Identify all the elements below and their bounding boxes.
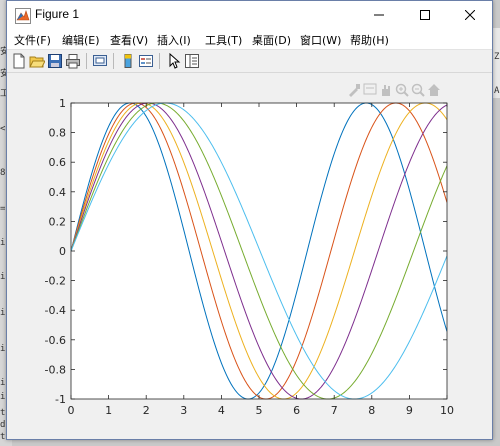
x-tick-label: 5 [256,404,263,417]
y-tick-label: -0.4 [45,304,66,317]
y-tick-label: 0.2 [49,215,67,228]
x-tick-label: 7 [331,404,338,417]
background-fragment: t [0,432,6,442]
background-fragment: i [0,238,6,248]
background-fragment: d [0,420,6,430]
y-tick-label: -0.8 [45,363,66,376]
x-tick-label: 1 [105,404,112,417]
y-tick-label: 0 [59,245,66,258]
x-tick-label: 8 [368,404,375,417]
background-fragment: t [0,408,6,418]
y-tick-label: 0.4 [49,186,67,199]
background-fragment: < [0,124,6,134]
background-fragment: i [0,308,6,318]
background-fragment: 8 [0,168,6,178]
x-tick-label: 10 [440,404,454,417]
y-tick-label: 0.8 [49,127,67,140]
x-tick-label: 2 [143,404,150,417]
x-tick-label: 4 [218,404,225,417]
background-fragment: Z [494,52,500,62]
y-tick-label: -1 [55,393,66,406]
figure-window: Figure 1 文件(F) 编辑(E) 查看(V) 插入(I) 工具(T) 桌… [6,0,493,440]
background-fragment: i [0,378,6,388]
axes-background [71,103,447,399]
x-tick-label: 0 [68,404,75,417]
y-tick-label: -0.2 [45,275,66,288]
background-fragment: i [0,344,6,354]
y-tick-label: 0.6 [49,156,67,169]
background-fragment: = [0,204,6,214]
y-tick-label: 1 [59,97,66,110]
y-tick-label: -0.6 [45,334,66,347]
x-tick-label: 3 [180,404,187,417]
background-fragment: i [0,272,6,282]
background-fragment: A [494,86,500,96]
x-tick-label: 6 [293,404,300,417]
axes[interactable]: 0 1 2 3 4 5 6 7 8 9 10 1 0.8 0.6 0.4 0.2 0 -0.2 -0.4 -0.6 -0… [7,1,492,439]
x-tick-label: 9 [406,404,413,417]
background-fragment: i [0,392,6,402]
